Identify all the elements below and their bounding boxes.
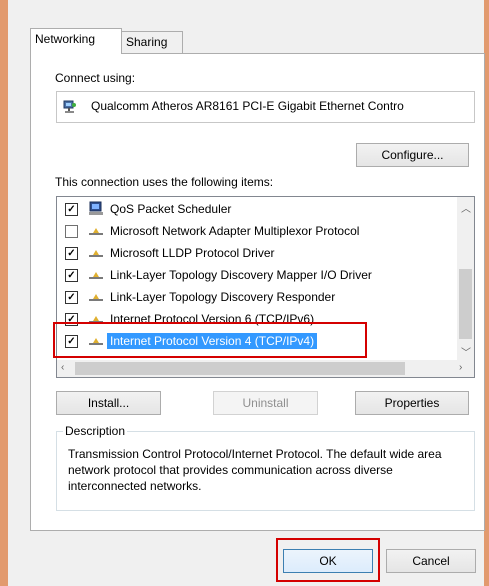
network-adapter-icon	[63, 100, 77, 114]
description-group: Description Transmission Control Protoco…	[56, 424, 475, 511]
scroll-left-icon[interactable]: ‹	[61, 362, 64, 373]
item-checkbox[interactable]	[65, 225, 78, 238]
list-item[interactable]: Microsoft Network Adapter Multiplexor Pr…	[57, 221, 457, 243]
scroll-down-icon[interactable]: ﹀	[461, 344, 471, 359]
adapter-name: Qualcomm Atheros AR8161 PCI-E Gigabit Et…	[91, 99, 404, 113]
item-label: QoS Packet Scheduler	[110, 202, 232, 216]
network-protocol-icon	[89, 270, 103, 280]
item-label: Microsoft Network Adapter Multiplexor Pr…	[110, 224, 360, 238]
network-protocol-icon	[89, 248, 103, 258]
list-item[interactable]: ✓ Link-Layer Topology Discovery Mapper I…	[57, 265, 457, 287]
properties-button[interactable]: Properties	[355, 391, 469, 415]
item-label: Microsoft LLDP Protocol Driver	[110, 246, 275, 260]
description-title: Description	[63, 424, 128, 438]
list-item[interactable]: ✓ Link-Layer Topology Discovery Responde…	[57, 287, 457, 309]
ok-highlight-box	[276, 538, 380, 582]
horizontal-scrollbar[interactable]: ‹ ›	[57, 360, 474, 377]
items-label: This connection uses the following items…	[55, 175, 274, 189]
qos-scheduler-icon	[88, 201, 104, 217]
item-checkbox[interactable]: ✓	[65, 291, 78, 304]
tab-networking[interactable]: Networking	[30, 28, 122, 54]
vertical-scrollbar[interactable]: ︿ ﹀	[457, 197, 474, 360]
configure-button[interactable]: Configure...	[356, 143, 469, 167]
list-item[interactable]: ✓ QoS Packet Scheduler	[57, 199, 457, 221]
uninstall-button: Uninstall	[213, 391, 318, 415]
description-text: Transmission Control Protocol/Internet P…	[68, 447, 442, 493]
install-button[interactable]: Install...	[56, 391, 161, 415]
adapter-field: Qualcomm Atheros AR8161 PCI-E Gigabit Et…	[56, 91, 475, 123]
item-checkbox[interactable]: ✓	[65, 203, 78, 216]
cancel-button[interactable]: Cancel	[386, 549, 476, 573]
item-checkbox[interactable]: ✓	[65, 269, 78, 282]
tab-sharing[interactable]: Sharing	[121, 31, 183, 53]
ipv4-highlight-box	[53, 322, 367, 358]
item-checkbox[interactable]: ✓	[65, 247, 78, 260]
network-protocol-icon	[89, 292, 103, 302]
item-label: Link-Layer Topology Discovery Mapper I/O…	[110, 268, 372, 282]
scroll-right-icon[interactable]: ›	[459, 362, 462, 373]
connect-using-label: Connect using:	[55, 71, 136, 85]
scroll-up-icon[interactable]: ︿	[461, 200, 471, 215]
ethernet-properties-dialog: Networking Sharing Connect using: Qualco…	[8, 0, 485, 586]
scroll-thumb-horizontal[interactable]	[75, 362, 405, 375]
network-protocol-icon	[89, 226, 103, 236]
networking-panel: Connect using: Qualcomm Atheros AR8161 P…	[30, 53, 485, 531]
scroll-thumb[interactable]	[459, 269, 472, 339]
item-label: Link-Layer Topology Discovery Responder	[110, 290, 336, 304]
list-item[interactable]: ✓ Microsoft LLDP Protocol Driver	[57, 243, 457, 265]
